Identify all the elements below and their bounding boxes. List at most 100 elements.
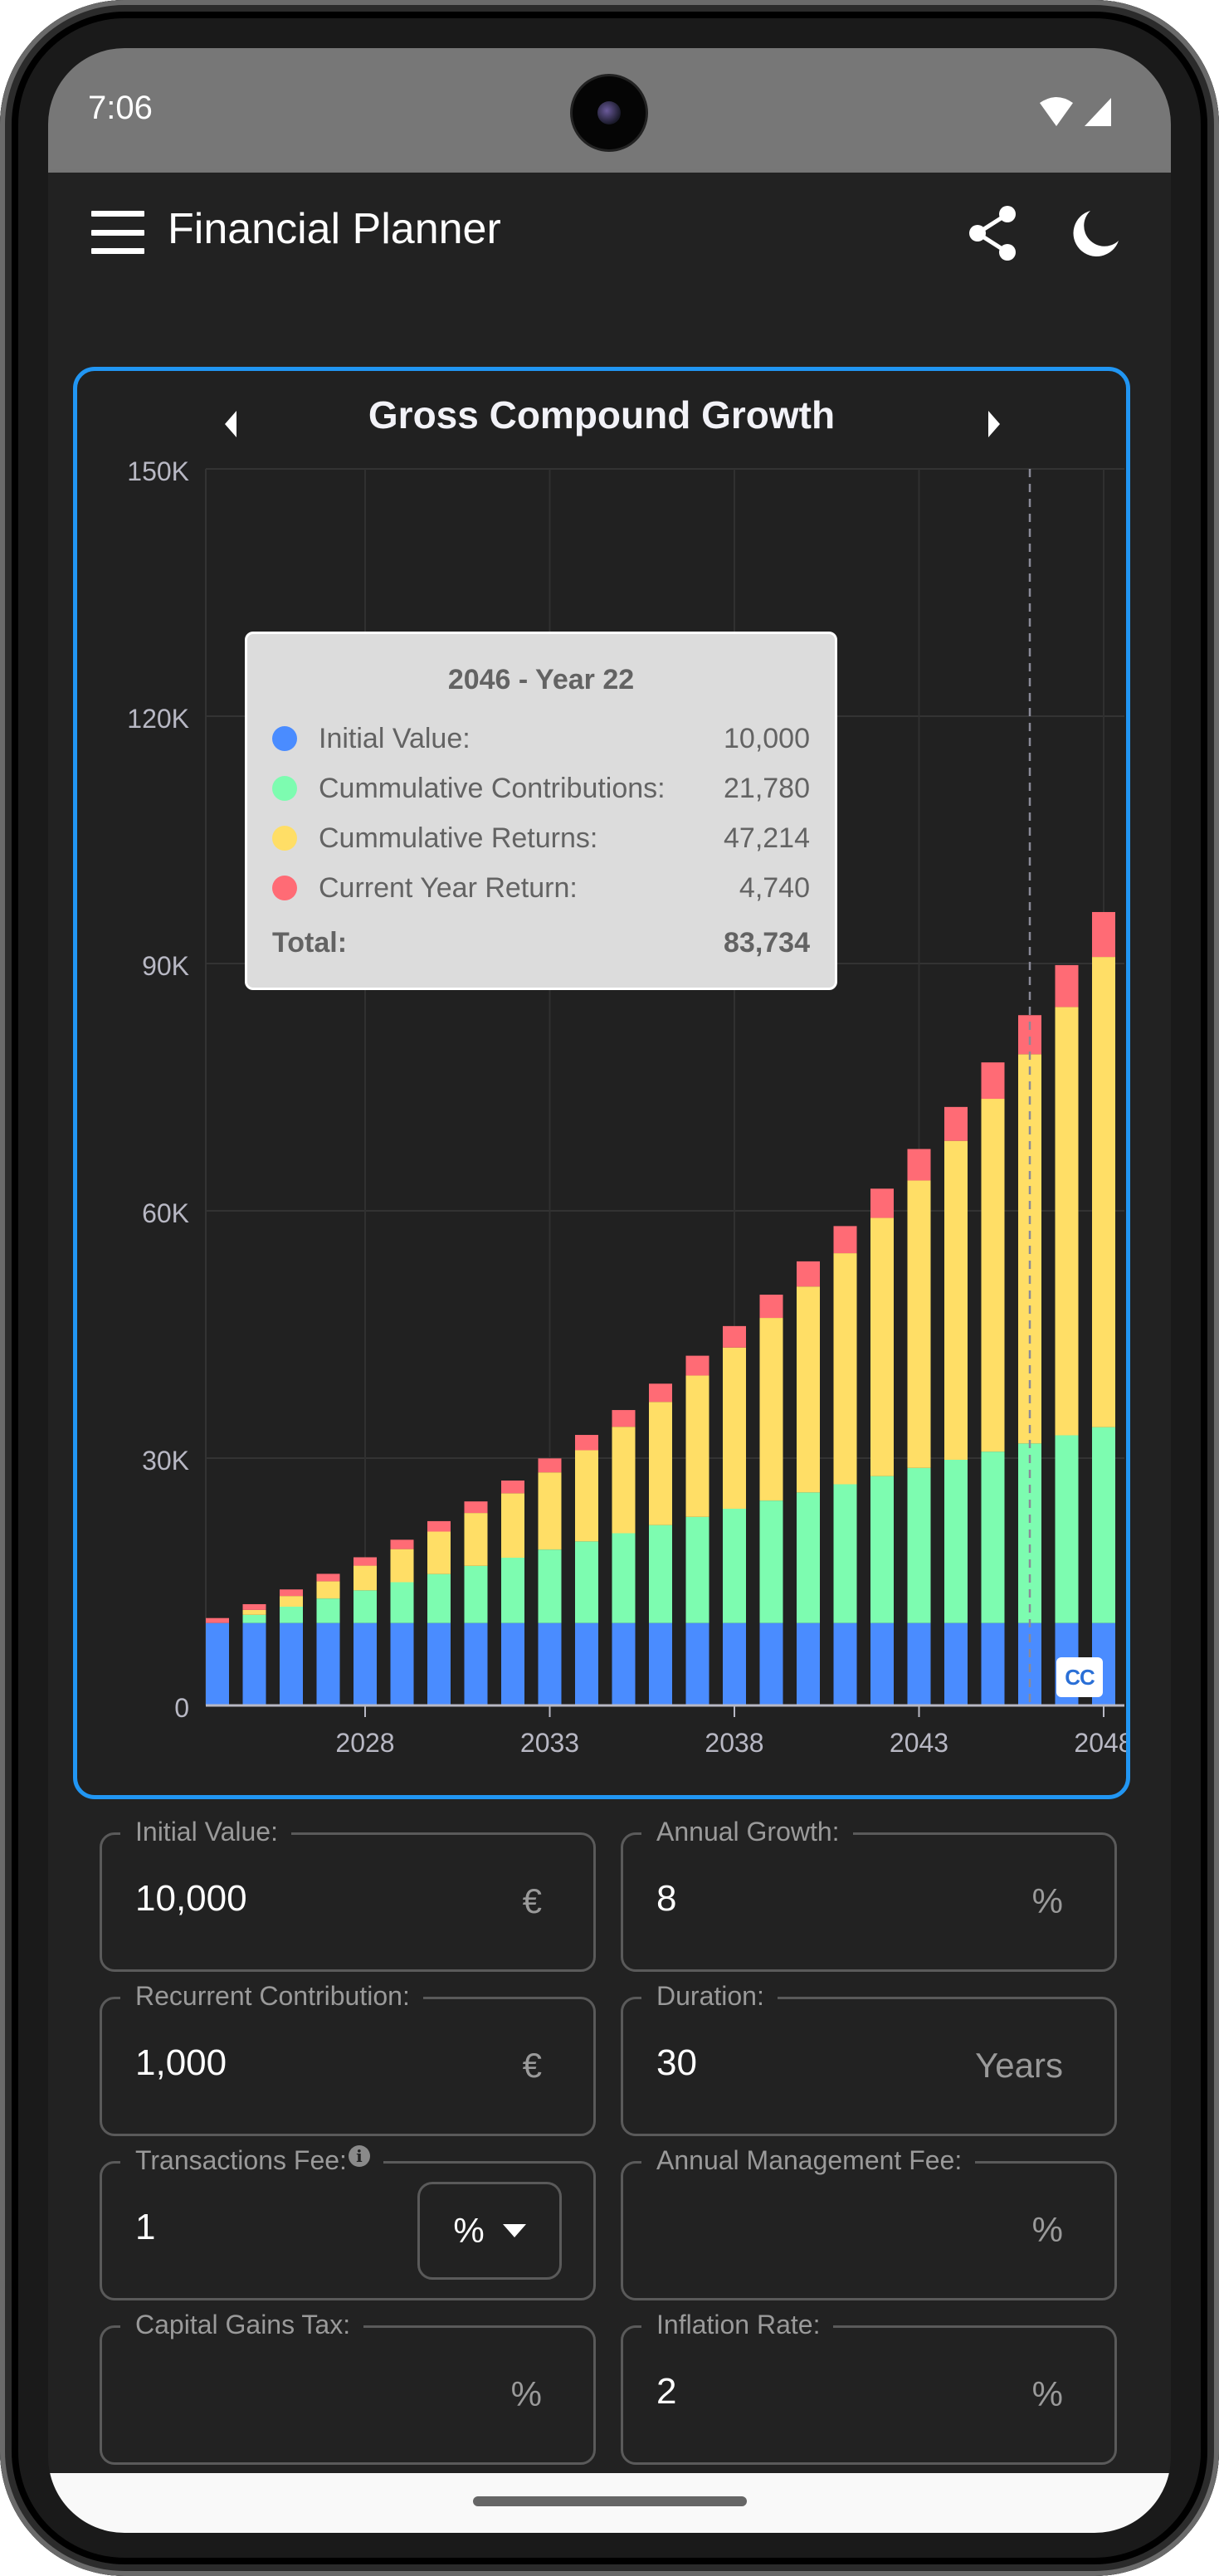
annual-management-fee-field[interactable]: Annual Management Fee: % (621, 2145, 1117, 2300)
bar-segment-current-year-return (242, 1603, 266, 1610)
bar-segment-cummulative-returns (280, 1596, 303, 1607)
bar-segment-cummulative-contributions (833, 1484, 857, 1623)
bar-segment-initial-value (649, 1622, 672, 1705)
annual-management-fee-input[interactable] (656, 2207, 972, 2248)
bar-stack-2043 (907, 1149, 931, 1705)
share-icon[interactable] (966, 204, 1019, 262)
bar-segment-current-year-return (833, 1226, 857, 1254)
bar-segment-initial-value (575, 1622, 598, 1705)
transactions-fee-field[interactable]: Transactions Fee:i % (100, 2145, 596, 2300)
tooltip-label: Current Year Return: (319, 871, 578, 904)
capital-gains-tax-field[interactable]: Capital Gains Tax: % (100, 2310, 596, 2465)
x-tick-label: 2043 (890, 1728, 948, 1758)
years-suffix: Years (975, 2046, 1063, 2085)
bar-segment-cummulative-returns (981, 1099, 1005, 1452)
inflation-rate-input[interactable] (656, 2371, 972, 2413)
status-icons (1038, 96, 1113, 128)
bar-segment-current-year-return (354, 1557, 377, 1566)
bar-stack-2034 (575, 1435, 598, 1705)
bar-segment-cummulative-contributions (870, 1476, 894, 1623)
bar-stack-2026 (280, 1589, 303, 1705)
bar-segment-cummulative-contributions (354, 1590, 377, 1623)
capital-gains-tax-input[interactable] (135, 2371, 451, 2413)
stacked-bar-chart[interactable]: 0 30K 60K 90K 120K 150K 2028 2033 2038 2043 2048 20… (77, 371, 1126, 1795)
bar-stack-2035 (612, 1410, 636, 1705)
bar-stack-2031 (464, 1501, 488, 1705)
info-icon[interactable]: i (348, 2145, 370, 2167)
bar-stack-2030 (427, 1520, 451, 1705)
percent-suffix: % (1031, 1881, 1063, 1920)
bar-segment-cummulative-returns (944, 1140, 968, 1460)
recurrent-contribution-field[interactable]: Recurrent Contribution: € (100, 1981, 596, 2136)
legend-dot-contributions (272, 776, 297, 801)
field-label: Transactions Fee: i (120, 2145, 383, 2176)
bar-stack-2044 (944, 1106, 968, 1705)
x-tick-label: 2033 (520, 1728, 579, 1758)
bar-segment-current-year-return (464, 1501, 488, 1514)
fee-unit-dropdown[interactable]: % (417, 2182, 562, 2280)
bar-stack-2036 (649, 1383, 672, 1705)
bar-stack-2039 (759, 1295, 783, 1705)
bar-segment-cummulative-contributions (907, 1467, 931, 1623)
field-label: Annual Growth: (641, 1817, 853, 1847)
bar-segment-cummulative-returns (870, 1217, 894, 1476)
bar-stack-2028 (354, 1557, 377, 1705)
annual-growth-input[interactable] (656, 1878, 972, 1920)
bar-stack-2042 (870, 1188, 894, 1705)
bar-segment-initial-value (316, 1622, 340, 1705)
annual-growth-field[interactable]: Annual Growth: % (621, 1817, 1117, 1972)
bar-segment-cummulative-returns (833, 1253, 857, 1485)
bar-stack-2041 (833, 1226, 857, 1705)
bar-segment-cummulative-returns (759, 1318, 783, 1501)
legend-dot-initial-value (272, 726, 297, 751)
bar-segment-current-year-return (316, 1573, 340, 1582)
bar-segment-cummulative-returns (612, 1427, 636, 1534)
bar-segment-current-year-return (981, 1062, 1005, 1100)
bar-segment-cummulative-returns (538, 1472, 562, 1550)
bar-segment-cummulative-contributions (612, 1533, 636, 1623)
duration-field[interactable]: Duration: Years (621, 1981, 1117, 2136)
bar-segment-initial-value (427, 1622, 451, 1705)
inflation-rate-field[interactable]: Inflation Rate: % (621, 2310, 1117, 2465)
bar-segment-current-year-return (685, 1355, 709, 1376)
bar-segment-initial-value (354, 1622, 377, 1705)
bar-segment-cummulative-returns (242, 1609, 266, 1615)
initial-value-input[interactable] (135, 1878, 451, 1920)
field-label: Capital Gains Tax: (120, 2310, 364, 2340)
bar-segment-initial-value (206, 1622, 229, 1705)
recurrent-contribution-input[interactable] (135, 2042, 451, 2084)
bar-segment-current-year-return (797, 1261, 820, 1287)
field-label: Annual Management Fee: (641, 2145, 976, 2176)
bar-segment-initial-value (944, 1622, 968, 1705)
cc-badge[interactable]: CC (1056, 1657, 1103, 1697)
percent-suffix: % (510, 2374, 542, 2413)
tooltip-value: 10,000 (724, 722, 810, 754)
bar-segment-cummulative-contributions (723, 1508, 746, 1623)
bar-segment-cummulative-returns (354, 1565, 377, 1591)
bar-segment-current-year-return (1055, 964, 1079, 1007)
menu-icon[interactable] (91, 211, 144, 254)
y-tick-label: 60K (142, 1198, 189, 1228)
bar-segment-cummulative-returns (1055, 1007, 1079, 1436)
transactions-fee-input[interactable] (135, 2207, 384, 2248)
bar-segment-initial-value (981, 1622, 1005, 1705)
bar-segment-initial-value (242, 1622, 266, 1705)
bar-segment-current-year-return (538, 1458, 562, 1473)
x-tick-label: 2038 (705, 1728, 763, 1758)
duration-input[interactable] (656, 2042, 972, 2084)
bar-segment-cummulative-contributions (427, 1573, 451, 1623)
initial-value-field[interactable]: Initial Value: € (100, 1817, 596, 1972)
bar-segment-cummulative-returns (907, 1180, 931, 1468)
tooltip-value: 4,740 (739, 871, 810, 904)
field-label: Duration: (641, 1981, 778, 2012)
home-gesture-handle[interactable] (473, 2496, 747, 2506)
x-tick-label: 2028 (335, 1728, 394, 1758)
bar-segment-cummulative-contributions (1055, 1435, 1079, 1623)
bar-segment-cummulative-contributions (575, 1541, 598, 1623)
bar-segment-initial-value (723, 1622, 746, 1705)
dark-mode-moon-icon[interactable] (1069, 207, 1122, 261)
bar-segment-cummulative-contributions (797, 1492, 820, 1623)
dropdown-caret-icon (502, 2224, 526, 2237)
bar-segment-initial-value (464, 1622, 488, 1705)
bar-segment-initial-value (501, 1622, 524, 1705)
